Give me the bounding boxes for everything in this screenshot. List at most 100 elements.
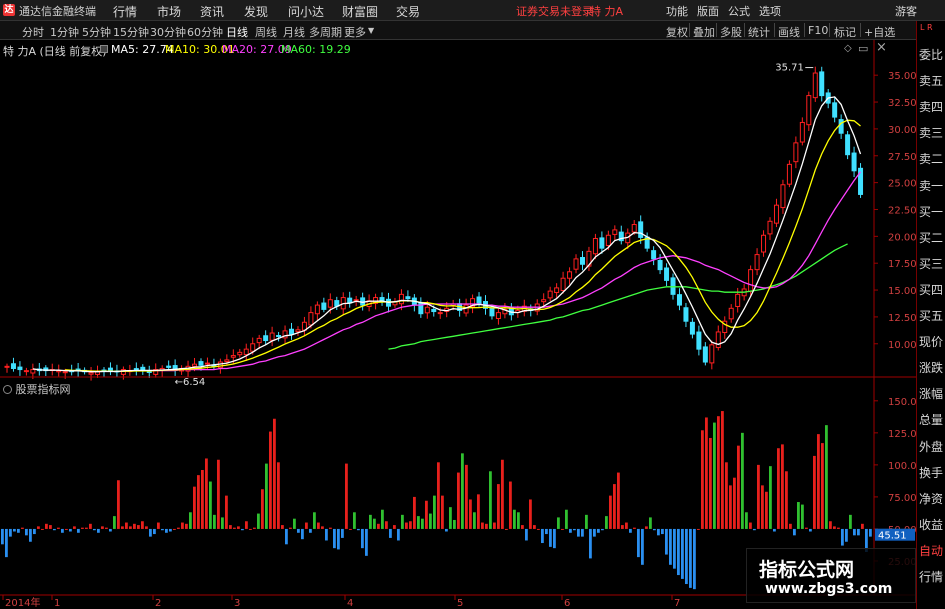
current-value-label: 45.51: [878, 531, 907, 542]
candle-body: [250, 343, 256, 352]
side-item-0[interactable]: 委比: [919, 45, 945, 65]
side-item-13[interactable]: 涨幅: [919, 384, 945, 404]
indicator-bar: [725, 462, 728, 529]
candle-body: [327, 299, 333, 308]
indicator-bar: [77, 528, 80, 533]
indicator-bar: [777, 448, 780, 529]
min-price-annotation: ←6.54: [175, 377, 206, 388]
side-item-5[interactable]: 卖一: [919, 176, 945, 196]
candle-body: [314, 304, 320, 315]
side-item-2[interactable]: 卖四: [919, 97, 945, 117]
candle-body: [166, 365, 172, 368]
indicator-bar: [789, 523, 792, 529]
indicator-bar: [433, 495, 436, 529]
indicator-bar: [229, 525, 232, 529]
candle-body: [612, 229, 618, 235]
indicator-bar: [289, 527, 292, 529]
side-item-6[interactable]: 买一: [919, 202, 945, 222]
side-item-10[interactable]: 买五: [919, 306, 945, 326]
side-item-16[interactable]: 换手: [919, 463, 945, 483]
indicator-bar: [625, 522, 628, 529]
indicator-bar: [353, 512, 356, 529]
indicator-bar: [425, 500, 428, 529]
chart-canvas[interactable]: 35.71 ←6.54 10.00 12.50 15.00 17.50 20.00 22.5…: [0, 0, 916, 609]
candle-body: [237, 351, 243, 356]
indicator-bar: [273, 418, 276, 529]
indicator-bar: [741, 432, 744, 529]
indicator-bar: [93, 528, 96, 531]
indicator-bar: [861, 523, 864, 529]
side-item-7[interactable]: 买二: [919, 228, 945, 248]
indicator-bar: [529, 499, 532, 529]
date-label: 7: [674, 598, 680, 609]
indicator-bar: [397, 528, 400, 541]
indicator-bar: [553, 528, 556, 549]
date-label: 5: [457, 598, 463, 609]
date-label: 4: [347, 598, 353, 609]
side-item-4[interactable]: 卖二: [919, 149, 945, 169]
side-item-1[interactable]: 卖五: [919, 71, 945, 91]
indicator-bar: [81, 527, 84, 529]
indicator-bar: [141, 521, 144, 529]
indicator-bar: [205, 458, 208, 529]
indicator-tick-label: 125.0: [888, 429, 916, 440]
indicator-bar: [161, 528, 164, 531]
indicator-bar: [545, 528, 548, 535]
candle-body: [62, 371, 68, 374]
indicator-bar: [73, 526, 76, 529]
side-item-8[interactable]: 买三: [919, 254, 945, 274]
side-item-15[interactable]: 外盘: [919, 437, 945, 457]
indicator-bar: [369, 514, 372, 529]
candle-body: [806, 95, 812, 126]
indicator-bar: [309, 528, 312, 533]
side-item-3[interactable]: 卖三: [919, 123, 945, 143]
indicator-bar: [457, 472, 460, 529]
side-item-17[interactable]: 净资: [919, 489, 945, 509]
indicator-bar: [505, 528, 508, 530]
corner-r[interactable]: R: [927, 23, 933, 32]
indicator-bar: [285, 528, 288, 545]
indicator-bar: [101, 526, 104, 529]
indicator-bar: [601, 528, 604, 531]
indicator-bar: [469, 499, 472, 529]
indicator-bar: [337, 528, 340, 550]
side-panel-corner[interactable]: L R: [920, 23, 933, 32]
candle-body: [133, 368, 139, 371]
indicator-bar: [753, 528, 756, 531]
indicator-bar: [325, 528, 328, 541]
side-item-14[interactable]: 总量: [919, 410, 945, 430]
side-item-18[interactable]: 收益: [919, 515, 945, 535]
side-item-12[interactable]: 涨跌: [919, 358, 945, 378]
indicator-bar: [9, 528, 12, 537]
indicator-bar: [793, 528, 796, 536]
side-item-20[interactable]: 行情: [919, 567, 945, 587]
candle-body: [651, 250, 657, 260]
indicator-bar: [445, 528, 448, 532]
candle-body: [676, 294, 682, 306]
indicator-bar: [321, 526, 324, 529]
side-item-11[interactable]: 现价: [919, 332, 945, 352]
side-item-19[interactable]: 自动: [919, 541, 945, 561]
candle-body: [702, 346, 708, 363]
indicator-bar: [713, 422, 716, 529]
indicator-bar: [373, 518, 376, 529]
indicator-bar: [121, 526, 124, 529]
indicator-bar: [193, 486, 196, 529]
side-item-9[interactable]: 买四: [919, 280, 945, 300]
indicator-settings-icon[interactable]: [3, 385, 12, 394]
indicator-tick-label: 75.00: [888, 493, 916, 504]
indicator-bar: [17, 528, 20, 533]
indicator-bar: [821, 443, 824, 529]
corner-l[interactable]: L: [920, 23, 924, 32]
indicator-bar: [533, 525, 536, 529]
candle-body: [573, 258, 579, 270]
indicator-bar: [853, 528, 856, 536]
indicator-bar: [845, 528, 848, 542]
candle-body: [567, 271, 573, 279]
candle-body: [838, 119, 844, 134]
indicator-bar: [473, 512, 476, 529]
indicator-bar: [605, 516, 608, 529]
indicator-bar: [133, 523, 136, 529]
indicator-bar: [341, 528, 344, 538]
indicator-bar: [593, 528, 596, 537]
